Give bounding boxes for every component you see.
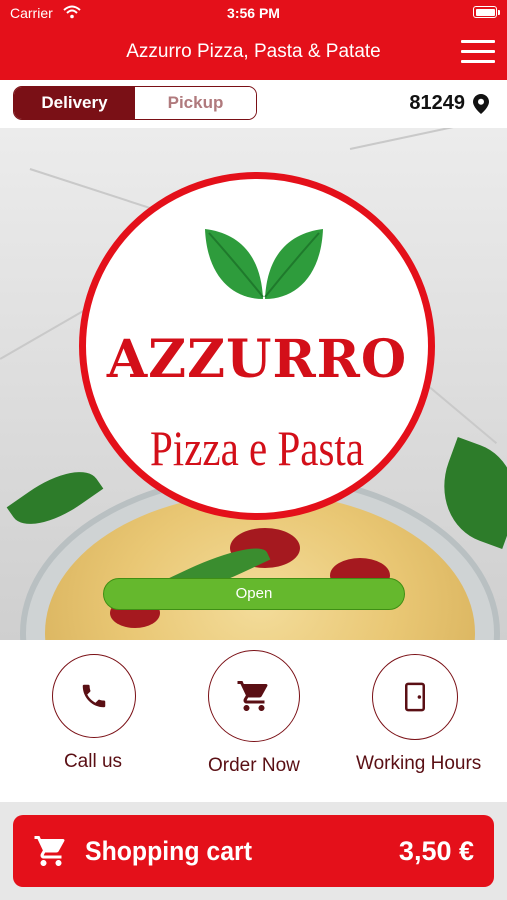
call-us-button[interactable]: Call us (52, 654, 136, 773)
battery-tip (498, 10, 500, 15)
hero-image: AZZURRO Pizza e Pasta Open (0, 128, 507, 640)
open-status-badge: Open (103, 578, 405, 610)
shopping-cart-label: Shopping cart (85, 836, 252, 866)
status-bar: Carrier 3:56 PM (0, 0, 507, 26)
phone-icon (82, 684, 106, 708)
zip-code: 81249 (409, 92, 465, 114)
page-title: Azzurro Pizza, Pasta & Patate (126, 41, 381, 62)
battery-icon (473, 6, 497, 18)
call-us-label: Call us (63, 751, 123, 772)
working-hours-label: Working Hours (356, 753, 482, 774)
cart-icon (237, 681, 268, 711)
cart-total: 3,50 € (398, 836, 474, 866)
call-us-circle (52, 654, 136, 738)
door-icon (405, 682, 425, 712)
navigation-bar: Azzurro Pizza, Pasta & Patate (0, 26, 507, 80)
logo-brand: AZZURRO (106, 329, 408, 390)
shopping-cart-button[interactable]: Shopping cart 3,50 € (13, 815, 494, 887)
working-hours-circle (372, 654, 458, 740)
cart-icon (34, 836, 65, 866)
location-pin-icon (473, 93, 489, 114)
leaves-icon (205, 229, 323, 299)
quick-actions: Call us Order Now Working Hours (0, 640, 507, 802)
order-now-label: Order Now (208, 755, 300, 776)
order-mode-bar: Delivery Pickup 81249 (0, 80, 507, 128)
location-selector[interactable]: 81249 (409, 92, 489, 115)
delivery-tab[interactable]: Delivery (14, 87, 135, 119)
working-hours-button[interactable]: Working Hours (356, 654, 481, 775)
order-now-button[interactable]: Order Now (208, 650, 300, 777)
clock: 3:56 PM (227, 5, 280, 21)
pickup-tab[interactable]: Pickup (135, 87, 256, 119)
restaurant-logo: AZZURRO Pizza e Pasta (79, 172, 435, 520)
logo-subtitle: Pizza e Pasta (149, 420, 365, 476)
order-now-circle (208, 650, 300, 742)
order-mode-segmented-control: Delivery Pickup (13, 86, 257, 120)
hamburger-menu-icon[interactable] (461, 40, 495, 64)
